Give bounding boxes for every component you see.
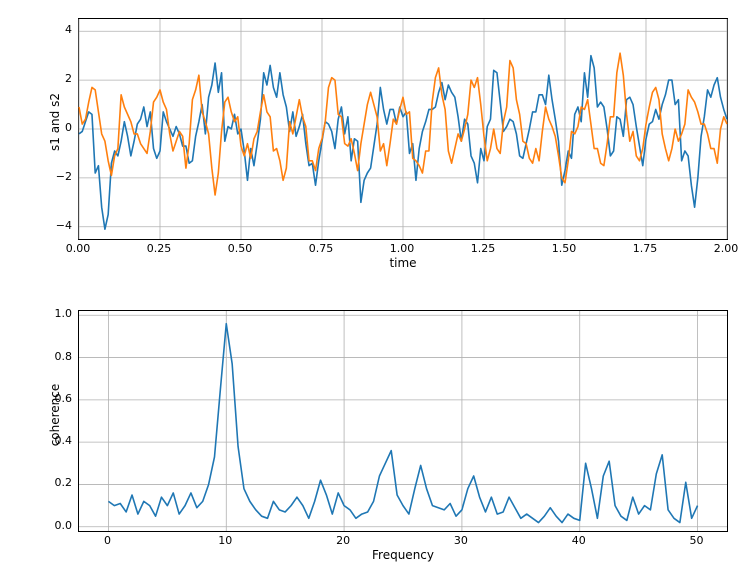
ytick-label: 2 bbox=[38, 72, 72, 85]
axes-coherence bbox=[78, 310, 728, 532]
figure: s1 and s2 time coherence Frequency 0.000… bbox=[0, 0, 750, 585]
ytick-label: −4 bbox=[38, 219, 72, 232]
xlabel-signals: time bbox=[78, 256, 728, 270]
xtick-label: 1.00 bbox=[387, 242, 417, 255]
ytick-label: 0.2 bbox=[38, 476, 72, 489]
xtick-label: 20 bbox=[328, 534, 358, 547]
ytick-label: 4 bbox=[38, 23, 72, 36]
xtick-label: 1.25 bbox=[468, 242, 498, 255]
xtick-label: 0 bbox=[92, 534, 122, 547]
ytick-label: 0.0 bbox=[38, 519, 72, 532]
ytick-label: −2 bbox=[38, 170, 72, 183]
xtick-label: 50 bbox=[682, 534, 712, 547]
xtick-label: 2.00 bbox=[711, 242, 741, 255]
xtick-label: 0.25 bbox=[144, 242, 174, 255]
xtick-label: 1.75 bbox=[630, 242, 660, 255]
ytick-label: 0.8 bbox=[38, 350, 72, 363]
xtick-label: 30 bbox=[446, 534, 476, 547]
ytick-label: 0.6 bbox=[38, 392, 72, 405]
xtick-label: 1.50 bbox=[549, 242, 579, 255]
series-coherence bbox=[108, 324, 697, 523]
xtick-label: 0.50 bbox=[225, 242, 255, 255]
xtick-label: 10 bbox=[210, 534, 240, 547]
ytick-label: 0.4 bbox=[38, 434, 72, 447]
xtick-label: 40 bbox=[564, 534, 594, 547]
xlabel-coherence: Frequency bbox=[78, 548, 728, 562]
axes-signals bbox=[78, 18, 728, 240]
xtick-label: 0.75 bbox=[306, 242, 336, 255]
ytick-label: 0 bbox=[38, 121, 72, 134]
xtick-label: 0.00 bbox=[63, 242, 93, 255]
ytick-label: 1.0 bbox=[38, 307, 72, 320]
